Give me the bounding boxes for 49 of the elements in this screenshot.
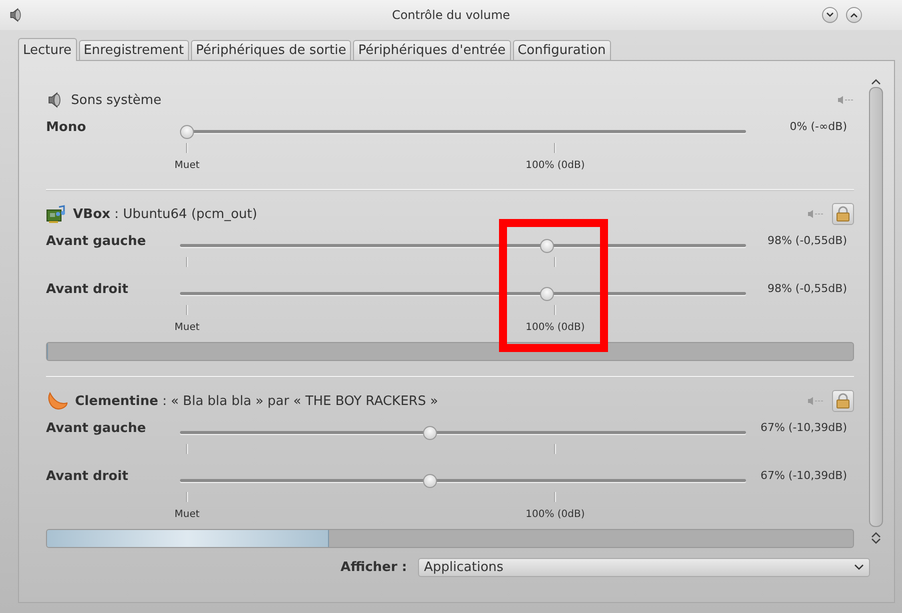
lock-button[interactable] — [832, 390, 854, 412]
stream-title: Clementine : « Bla bla bla » par « THE BOY RACKERS » — [75, 394, 438, 408]
speaker-icon[interactable] — [808, 397, 824, 405]
filter-dropdown[interactable]: Applications — [418, 558, 870, 577]
channel-label: Mono — [46, 120, 88, 135]
volume-slider[interactable] — [180, 239, 746, 253]
speaker-icon[interactable] — [808, 210, 824, 218]
scale-label: Muet — [174, 322, 200, 333]
volume-reading: 67% (-10,39dB) — [760, 469, 848, 482]
sound-card-icon — [46, 204, 66, 224]
speaker-icon — [8, 7, 24, 23]
channel-label: Avant droit — [46, 282, 130, 297]
speaker-icon[interactable] — [838, 96, 854, 104]
volume-reading: 67% (-10,39dB) — [760, 421, 848, 434]
scale-label: Muet — [174, 160, 200, 171]
lock-button[interactable] — [832, 203, 854, 225]
filter-label: Afficher : — [340, 560, 407, 575]
scale-label: 100% (0dB) — [526, 509, 585, 520]
tab[interactable]: Enregistrement — [78, 40, 189, 61]
channel-label: Avant gauche — [46, 421, 147, 436]
scrollbar[interactable] — [869, 87, 883, 527]
scale-label: 100% (0dB) — [526, 160, 585, 171]
volume-reading: 98% (-0,55dB) — [767, 234, 848, 247]
channel-label: Avant droit — [46, 469, 130, 484]
maximize-button[interactable] — [846, 7, 862, 23]
scale-label: 100% (0dB) — [526, 322, 585, 333]
clementine-icon — [46, 391, 68, 411]
tab[interactable]: Périphériques d'entrée — [353, 40, 511, 61]
tab[interactable]: Configuration — [512, 40, 611, 61]
volume-slider[interactable] — [180, 125, 746, 139]
chevron-up-icon — [850, 12, 858, 18]
scroll-down-icon[interactable] — [871, 538, 881, 545]
minimize-button[interactable] — [822, 7, 838, 23]
volume-reading: 0% (-∞dB) — [790, 120, 848, 133]
tab[interactable]: Lecture — [18, 38, 77, 61]
stream-title: Sons système — [71, 92, 162, 108]
caret-icon — [854, 564, 864, 571]
volume-slider[interactable] — [180, 474, 746, 488]
stream-title: VBox : Ubuntu64 (pcm_out) — [73, 206, 258, 222]
volume-slider[interactable] — [180, 426, 746, 440]
scroll-up-icon[interactable] — [871, 78, 881, 85]
scroll-up-icon[interactable] — [871, 531, 881, 538]
volume-slider[interactable] — [180, 287, 746, 301]
scale-label: Muet — [174, 509, 200, 520]
tab[interactable]: Périphériques de sortie — [190, 40, 352, 61]
volume-reading: 98% (-0,55dB) — [767, 282, 848, 295]
channel-label: Avant gauche — [46, 234, 147, 249]
chevron-down-icon — [826, 12, 834, 18]
window-title: Contrôle du volume — [392, 8, 510, 22]
